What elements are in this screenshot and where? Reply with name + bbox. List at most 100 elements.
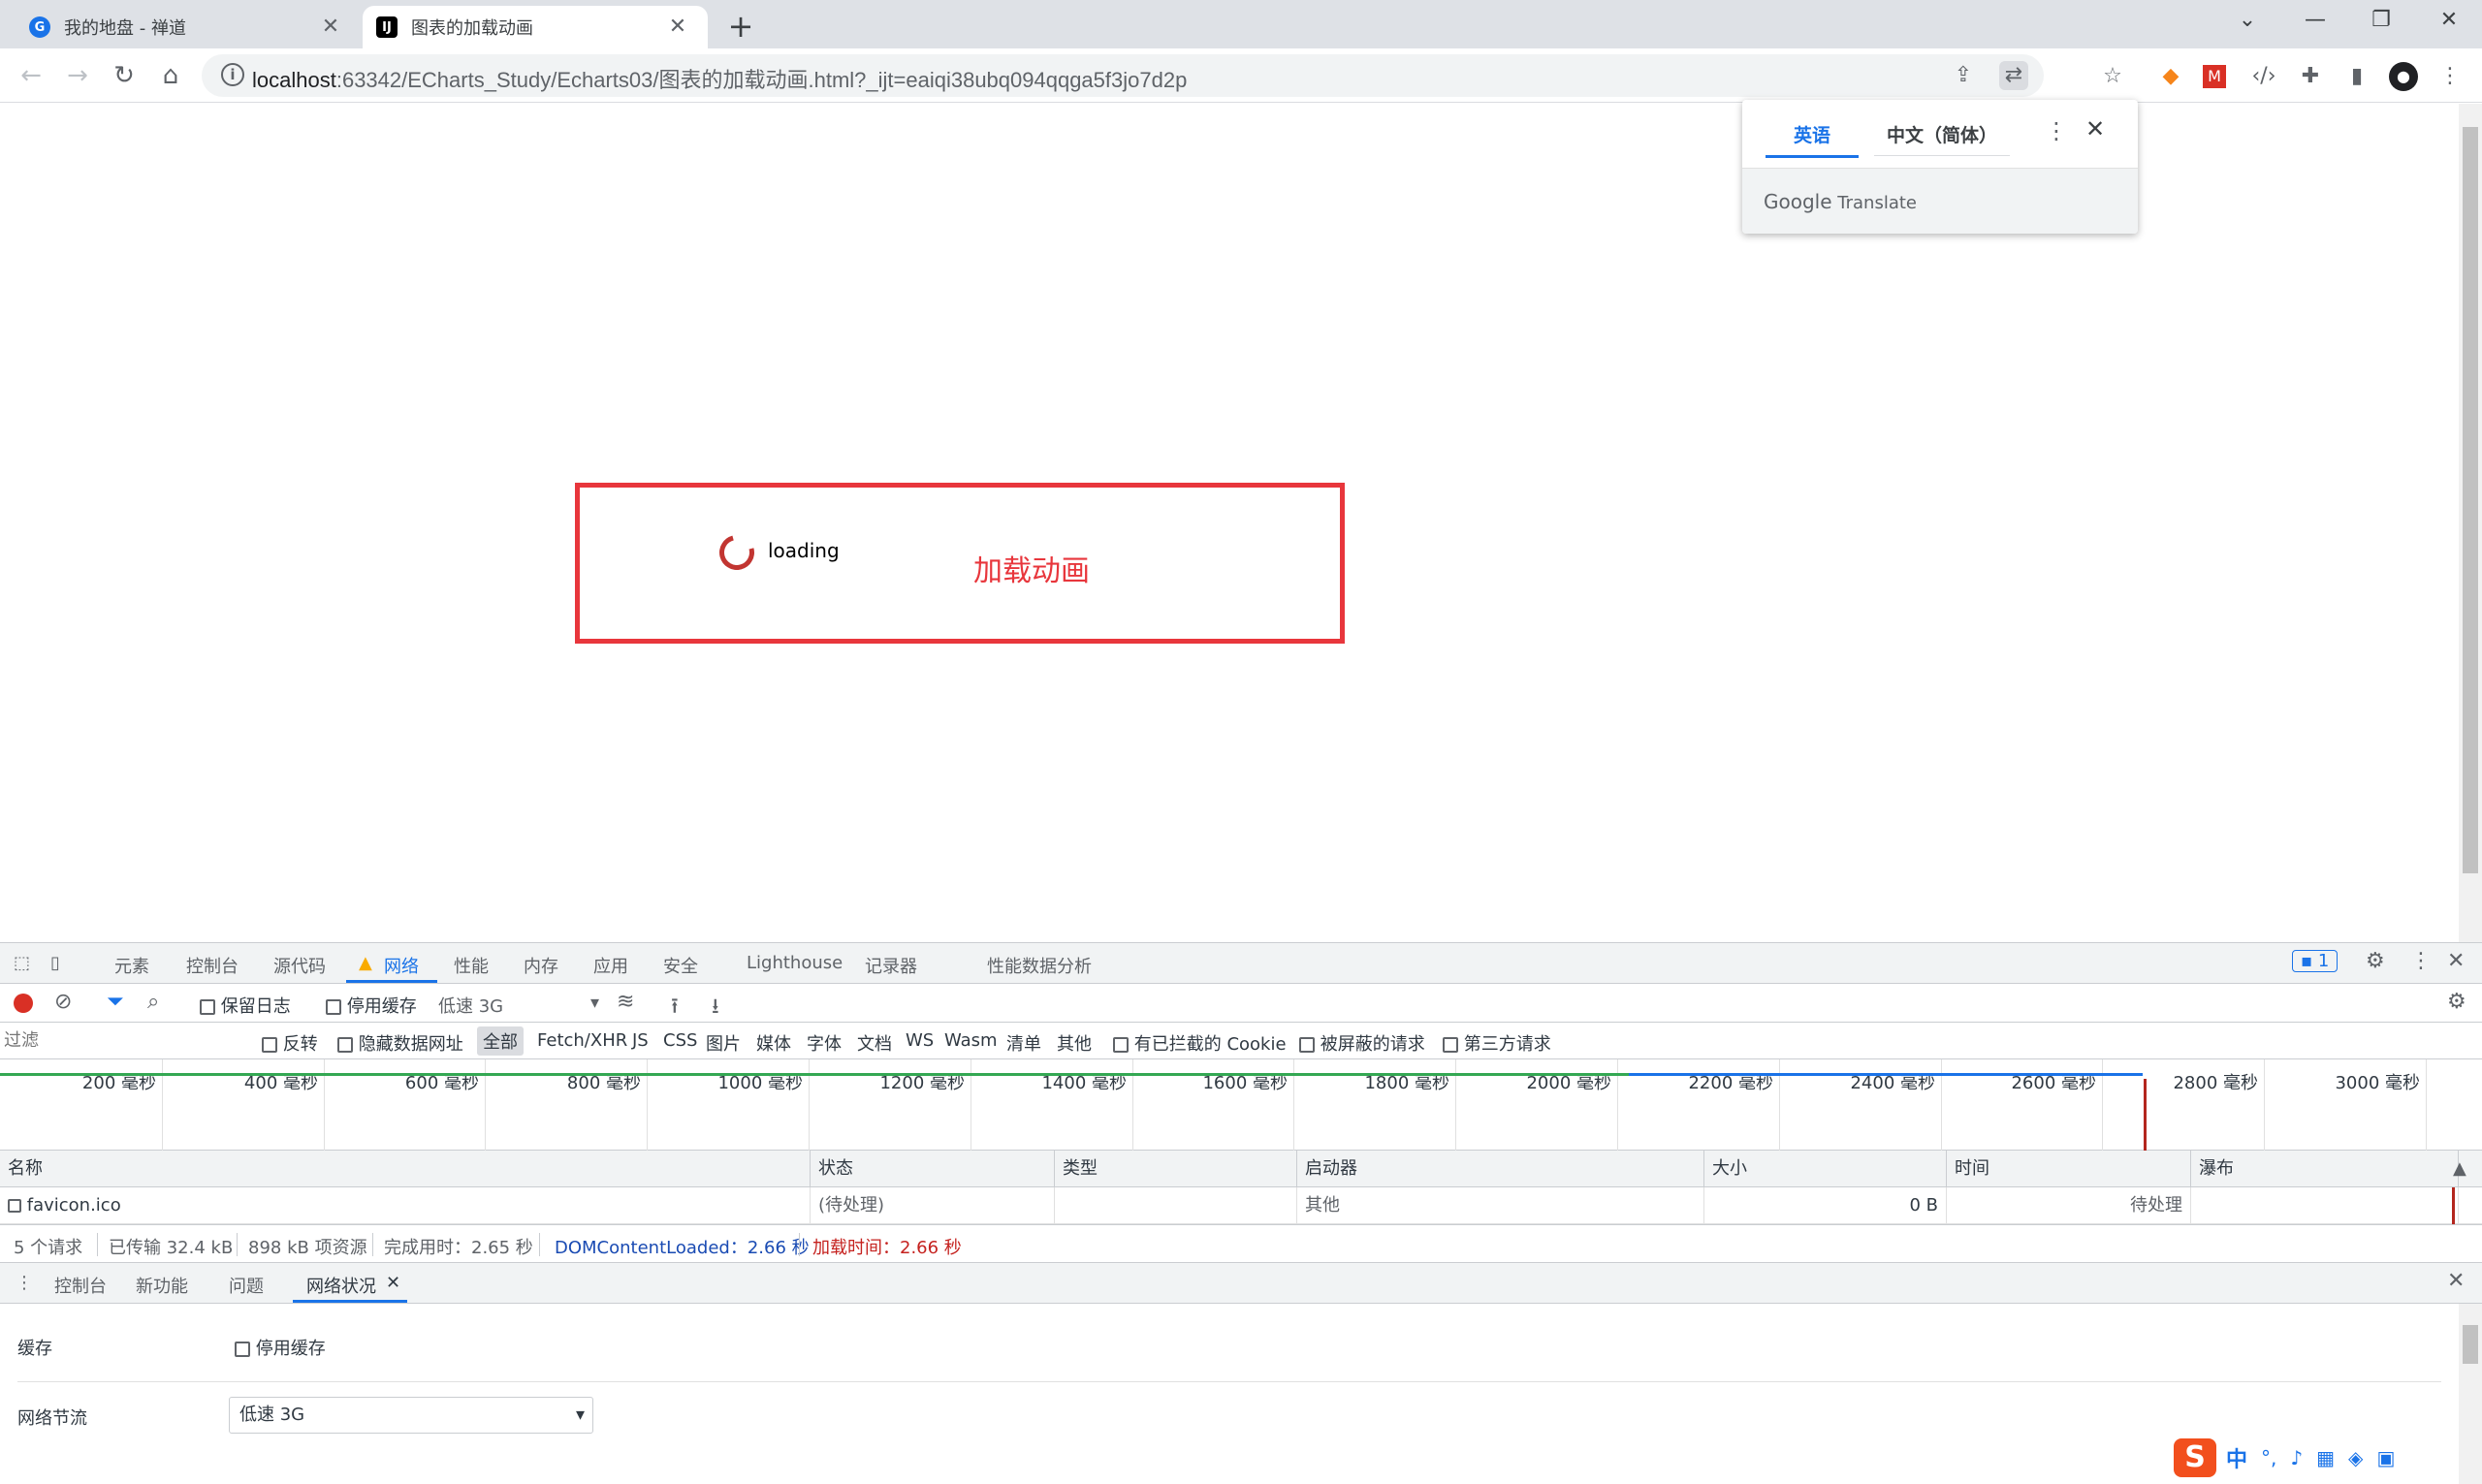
close-tab-icon[interactable]: ✕ — [665, 15, 690, 39]
bookmark-star-icon[interactable]: ☆ — [2098, 62, 2127, 91]
filter-input[interactable] — [4, 1026, 244, 1054]
close-tab-icon[interactable]: ✕ — [318, 15, 343, 39]
metamask-extension-icon[interactable]: ◆ — [2156, 62, 2185, 91]
clear-icon[interactable]: ⊘ — [54, 990, 72, 1014]
blocked-cookies-checkbox[interactable]: 有已拦截的 Cookie — [1113, 1030, 1287, 1056]
ime-skin-icon[interactable]: ◈ — [2348, 1446, 2363, 1469]
filter-type-font[interactable]: 字体 — [807, 1030, 842, 1056]
tab-application[interactable]: 应用 — [593, 953, 628, 978]
inspect-element-icon[interactable]: ⬚ — [14, 953, 30, 973]
filter-icon[interactable]: ⏷ — [107, 990, 124, 1014]
tab-lighthouse[interactable]: Lighthouse — [747, 953, 843, 973]
drawer-scroll-thumb[interactable] — [2463, 1325, 2478, 1364]
filter-type-css[interactable]: CSS — [663, 1030, 697, 1051]
tab-recorder[interactable]: 记录器 — [865, 953, 917, 978]
tab-sources[interactable]: 源代码 — [273, 953, 326, 978]
side-panel-icon[interactable]: ▮ — [2342, 62, 2371, 91]
tab-performance-insights[interactable]: 性能数据分析 — [987, 953, 1092, 978]
drawer-tab-network-conditions[interactable]: 网络状况 — [306, 1273, 376, 1298]
home-button[interactable]: ⌂ — [153, 58, 188, 93]
site-info-icon[interactable]: i — [221, 63, 244, 86]
close-drawer-tab-icon[interactable]: ✕ — [386, 1273, 400, 1293]
tab-elements[interactable]: 元素 — [114, 953, 149, 978]
network-conditions-icon[interactable]: ≋ — [617, 990, 634, 1014]
restore-button[interactable]: ❐ — [2362, 8, 2401, 32]
reload-button[interactable]: ↻ — [107, 58, 142, 93]
page-scrollbar[interactable] — [2459, 104, 2482, 942]
devtools-close-icon[interactable]: ✕ — [2447, 949, 2465, 973]
ime-punctuation-icon[interactable]: °, — [2261, 1446, 2276, 1469]
filter-type-wasm[interactable]: Wasm — [944, 1030, 998, 1051]
tab-chart-loading[interactable]: IJ 图表的加载动画 ✕ — [363, 6, 708, 48]
network-throttle-select[interactable]: 低速 3G ▾ — [229, 1397, 593, 1434]
drawer-tab-whats-new[interactable]: 新功能 — [136, 1273, 188, 1298]
scrollbar-thumb[interactable] — [2463, 127, 2478, 873]
new-tab-button[interactable]: + — [725, 8, 756, 45]
col-time[interactable]: 时间 — [1947, 1151, 2191, 1186]
network-overview-timeline[interactable]: 200 毫秒 400 毫秒 600 毫秒 800 毫秒 1000 毫秒 1200 毫秒 14… — [0, 1059, 2482, 1151]
disable-cache-checkbox[interactable]: 停用缓存 — [326, 993, 417, 1018]
translate-target-tab[interactable]: 中文（简体） — [1874, 121, 2010, 156]
filter-type-img[interactable]: 图片 — [706, 1030, 741, 1056]
network-settings-gear-icon[interactable]: ⚙ — [2447, 990, 2466, 1014]
ime-mic-icon[interactable]: ♪ — [2290, 1446, 2303, 1469]
browser-menu-icon[interactable]: ⋮ — [2435, 62, 2465, 91]
close-window-button[interactable]: ✕ — [2430, 8, 2468, 32]
filter-type-js[interactable]: JS — [632, 1030, 649, 1051]
share-icon[interactable]: ⇪ — [1949, 61, 1978, 90]
translate-icon[interactable]: ⇄ — [1999, 61, 2028, 90]
filter-type-doc[interactable]: 文档 — [857, 1030, 892, 1056]
devtools-more-icon[interactable]: ⋮ — [2410, 949, 2432, 973]
filter-type-other[interactable]: 其他 — [1057, 1030, 1092, 1056]
hide-data-urls-checkbox[interactable]: 隐藏数据网址 — [337, 1030, 463, 1056]
issues-badge[interactable]: ▪ 1 — [2292, 950, 2339, 972]
sogou-logo-icon[interactable]: S — [2174, 1438, 2216, 1477]
translate-close-icon[interactable]: ✕ — [2085, 115, 2105, 142]
col-status[interactable]: 状态 — [811, 1151, 1055, 1186]
col-initiator[interactable]: 启动器 — [1297, 1151, 1704, 1186]
filter-type-ws[interactable]: WS — [906, 1030, 934, 1051]
code-extension-icon[interactable]: ‹/› — [2249, 62, 2278, 91]
translate-source-tab[interactable]: 英语 — [1766, 121, 1859, 158]
col-waterfall[interactable]: 瀑布 — [2191, 1151, 2459, 1186]
filter-type-manifest[interactable]: 清单 — [1006, 1030, 1041, 1056]
device-toolbar-icon[interactable]: ▯ — [50, 953, 60, 973]
translate-more-icon[interactable]: ⋮ — [2045, 117, 2068, 144]
search-icon[interactable]: ⌕ — [147, 990, 159, 1014]
col-size[interactable]: 大小 — [1704, 1151, 1947, 1186]
ime-toolbox-icon[interactable]: ▣ — [2376, 1446, 2395, 1469]
col-name[interactable]: 名称 — [0, 1151, 811, 1186]
export-har-icon[interactable]: ⭳ — [712, 990, 719, 1026]
filter-type-all[interactable]: 全部 — [477, 1026, 524, 1056]
disable-cache-option[interactable]: 停用缓存 — [235, 1335, 326, 1360]
devtools-settings-gear-icon[interactable]: ⚙ — [2366, 949, 2385, 973]
back-button[interactable]: ← — [14, 58, 48, 93]
third-party-checkbox[interactable]: 第三方请求 — [1443, 1030, 1551, 1056]
address-bar[interactable]: i localhost:63342/ECharts_Study/Echarts0… — [202, 54, 2044, 97]
throttle-select[interactable]: 低速 3G ▾ — [438, 993, 599, 1018]
table-row[interactable]: favicon.ico (待处理) 其他 0 B 待处理 — [0, 1187, 2482, 1224]
tab-zentao[interactable]: G 我的地盘 - 禅道 ✕ — [0, 6, 361, 48]
preserve-log-checkbox[interactable]: 保留日志 — [200, 993, 291, 1018]
gmail-extension-icon[interactable]: M — [2203, 65, 2226, 88]
drawer-tab-issues[interactable]: 问题 — [229, 1273, 264, 1298]
col-type[interactable]: 类型 — [1055, 1151, 1297, 1186]
drawer-scrollbar[interactable] — [2459, 1304, 2482, 1484]
ime-keyboard-icon[interactable]: ▦ — [2316, 1446, 2335, 1469]
tab-search-chevron-icon[interactable]: ⌄ — [2228, 8, 2267, 32]
drawer-close-icon[interactable]: ✕ — [2447, 1269, 2465, 1293]
blocked-requests-checkbox[interactable]: 被屏蔽的请求 — [1299, 1030, 1425, 1056]
extensions-puzzle-icon[interactable]: ✚ — [2296, 62, 2325, 91]
tab-network[interactable]: 网络 — [384, 953, 419, 978]
ime-language[interactable]: 中 — [2226, 1442, 2247, 1473]
filter-type-fetch-xhr[interactable]: Fetch/XHR — [537, 1030, 627, 1051]
url-text[interactable]: localhost:63342/ECharts_Study/Echarts03/… — [252, 63, 1187, 94]
tab-console[interactable]: 控制台 — [186, 953, 239, 978]
invert-checkbox[interactable]: 反转 — [262, 1030, 318, 1056]
filter-type-media[interactable]: 媒体 — [756, 1030, 791, 1056]
record-button[interactable] — [14, 994, 33, 1013]
minimize-button[interactable]: — — [2296, 8, 2335, 32]
tab-memory[interactable]: 内存 — [524, 953, 558, 978]
forward-button[interactable]: → — [60, 58, 95, 93]
drawer-tab-console[interactable]: 控制台 — [54, 1273, 107, 1298]
